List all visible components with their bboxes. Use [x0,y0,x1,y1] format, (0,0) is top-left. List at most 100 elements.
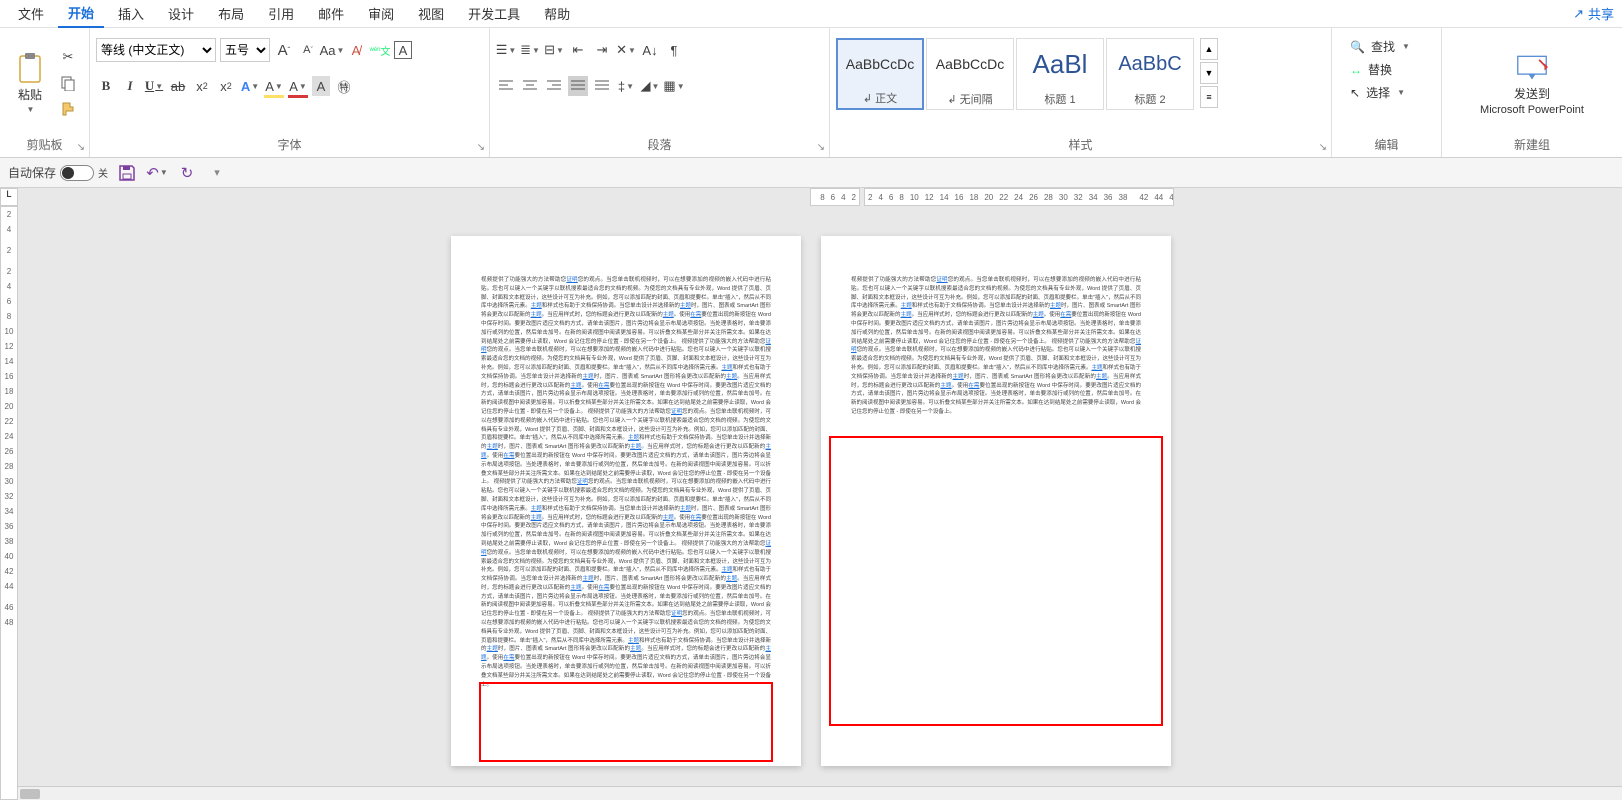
borders-button[interactable]: ▦▼ [664,76,684,96]
multilevel-list-button[interactable]: ⊟▼ [544,40,564,60]
increase-indent-button[interactable]: ⇥ [592,40,612,60]
character-shading-button[interactable]: A [312,76,330,96]
font-name-select[interactable]: 等线 (中文正文) [96,38,216,62]
chevron-down-icon: ▼ [1397,88,1405,97]
sort-button[interactable]: A↓ [640,40,660,60]
qat-customize-button[interactable]: ▾ [206,162,228,184]
horizontal-ruler-left[interactable]: 8642 [810,188,860,206]
horizontal-scrollbar[interactable] [18,786,1622,800]
justify-button[interactable] [568,76,588,96]
styles-launcher-icon[interactable]: ↘ [1319,142,1327,153]
autosave-state: 关 [98,165,108,180]
style-normal[interactable]: AaBbCcDc ↲ 正文 [836,38,924,110]
chevron-down-icon: ▼ [1402,42,1410,51]
paragraph-launcher-icon[interactable]: ↘ [817,142,825,153]
italic-button[interactable]: I [120,76,140,96]
text-effects-button[interactable]: A▼ [240,76,260,96]
paste-button[interactable]: 粘贴 ▼ [6,32,54,134]
highlight-button[interactable]: A▼ [264,76,284,96]
align-right-button[interactable] [544,76,564,96]
horizontal-ruler-right[interactable]: 2468101214161820222426283032343638424446… [864,188,1174,206]
send-to-label: 发送到 [1514,85,1550,102]
replace-button[interactable]: ↔ 替换 [1346,59,1427,80]
menu-design[interactable]: 设计 [158,0,204,27]
grow-font-button[interactable]: Aˆ [274,40,294,60]
strikethrough-button[interactable]: ab [168,76,188,96]
bullets-button[interactable]: ☰▼ [496,40,516,60]
format-painter-button[interactable] [58,99,78,119]
editing-group-label: 编辑 [1338,134,1435,157]
style-name: 标题 1 [1044,89,1075,109]
save-button[interactable] [116,162,138,184]
asian-layout-button[interactable]: ✕▼ [616,40,636,60]
font-size-select[interactable]: 五号 [220,38,270,62]
group-font: 等线 (中文正文) 五号 Aˆ Aˇ Aa▼ A̸ wén文 A B I U▼ … [90,28,490,157]
vertical-ruler[interactable]: 2422468101214161820222426283032343638404… [0,206,18,800]
decrease-indent-button[interactable]: ⇤ [568,40,588,60]
underline-button[interactable]: U▼ [144,76,164,96]
cut-button[interactable]: ✂ [58,47,78,67]
paste-label: 粘贴 [18,86,42,103]
group-styles: AaBbCcDc ↲ 正文 AaBbCcDc ↲ 无间隔 AaBl 标题 1 A… [830,28,1332,157]
page-1-content: 视频提供了功能强大的方法帮助您证明您的观点。当您单击联机视频时，可以在想要添加的… [481,276,771,689]
show-marks-button[interactable]: ¶ [664,40,684,60]
phonetic-guide-button[interactable]: wén文 [370,40,390,60]
share-icon: ↗ [1573,6,1584,22]
annotation-box-2 [829,436,1163,726]
superscript-button[interactable]: x2 [216,76,236,96]
menu-developer[interactable]: 开发工具 [458,0,530,27]
align-left-button[interactable] [496,76,516,96]
clipboard-icon [14,52,46,84]
style-preview: AaBl [1033,39,1088,89]
distributed-button[interactable] [592,76,612,96]
share-button[interactable]: ↗ 共享 [1573,4,1614,23]
copy-button[interactable] [58,73,78,93]
subscript-button[interactable]: x2 [192,76,212,96]
style-scroll-up-button[interactable]: ▲ [1200,38,1218,60]
character-border-button[interactable]: A [394,41,412,59]
menu-review[interactable]: 审阅 [358,0,404,27]
style-no-spacing[interactable]: AaBbCcDc ↲ 无间隔 [926,38,1014,110]
redo-button[interactable]: ↻ [176,162,198,184]
menu-view[interactable]: 视图 [408,0,454,27]
page-2[interactable]: 视频提供了功能强大的方法帮助您证明您的观点。当您单击联机视频时，可以在想要添加的… [821,236,1171,766]
annotation-box-1 [479,682,773,762]
page-1[interactable]: 视频提供了功能强大的方法帮助您证明您的观点。当您单击联机视频时，可以在想要添加的… [451,236,801,766]
font-launcher-icon[interactable]: ↘ [477,142,485,153]
menu-mailings[interactable]: 邮件 [308,0,354,27]
shading-button[interactable]: ◢▼ [640,76,660,96]
find-button[interactable]: 🔍 查找 ▼ [1346,36,1427,57]
style-heading1[interactable]: AaBl 标题 1 [1016,38,1104,110]
style-gallery-nav: ▲ ▼ ≡ [1200,38,1218,108]
select-button[interactable]: ↖ 选择 ▼ [1346,82,1427,103]
clipboard-label: 剪贴板 [6,134,83,157]
change-case-button[interactable]: Aa▼ [322,40,342,60]
clear-formatting-button[interactable]: A̸ [346,40,366,60]
style-expand-button[interactable]: ≡ [1200,86,1218,108]
undo-button[interactable]: ↶▼ [146,162,168,184]
bold-button[interactable]: B [96,76,116,96]
enclose-characters-button[interactable]: ㊕ [334,76,354,96]
align-center-button[interactable] [520,76,540,96]
scrollbar-thumb[interactable] [20,789,40,799]
autosave-toggle[interactable]: 自动保存 关 [8,164,108,181]
menu-home[interactable]: 开始 [58,0,104,28]
menu-layout[interactable]: 布局 [208,0,254,27]
style-scroll-down-button[interactable]: ▼ [1200,62,1218,84]
menu-bar: 文件 开始 插入 设计 布局 引用 邮件 审阅 视图 开发工具 帮助 ↗ 共享 [0,0,1622,28]
clipboard-launcher-icon[interactable]: ↘ [77,142,85,153]
menu-file[interactable]: 文件 [8,0,54,27]
cursor-icon: ↖ [1350,86,1360,100]
numbering-button[interactable]: ≣▼ [520,40,540,60]
menu-references[interactable]: 引用 [258,0,304,27]
shrink-font-button[interactable]: Aˇ [298,40,318,60]
line-spacing-button[interactable]: ‡▼ [616,76,636,96]
send-to-powerpoint-button[interactable]: 发送到 Microsoft PowerPoint [1448,32,1616,134]
style-heading2[interactable]: AaBbC 标题 2 [1106,38,1194,110]
styles-group-label: 样式 [836,134,1325,157]
menu-help[interactable]: 帮助 [534,0,580,27]
toggle-switch-icon [60,165,94,181]
font-color-button[interactable]: A▼ [288,76,308,96]
menu-insert[interactable]: 插入 [108,0,154,27]
autosave-label: 自动保存 [8,164,56,181]
